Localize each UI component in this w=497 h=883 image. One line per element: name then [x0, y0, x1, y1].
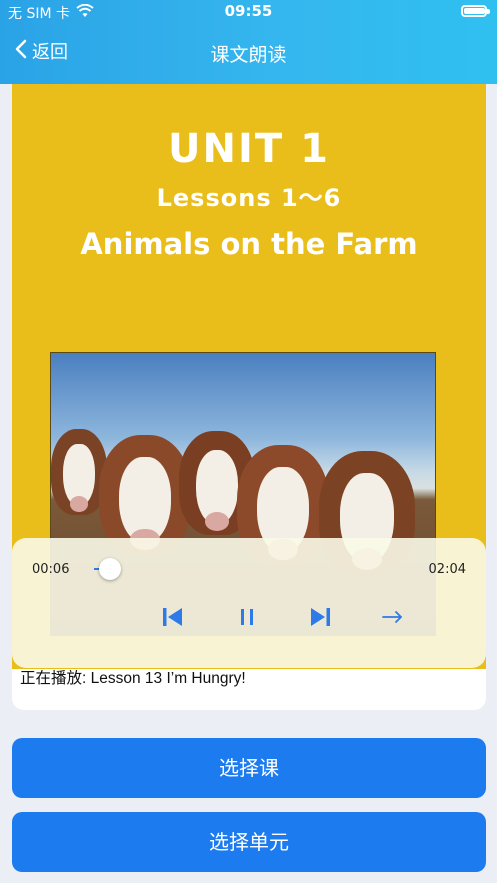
nav-bar: 返回 课文朗读 — [0, 34, 497, 74]
pause-icon — [241, 609, 253, 625]
status-time: 09:55 — [224, 2, 273, 20]
previous-icon — [163, 608, 182, 626]
next-button[interactable] — [305, 602, 335, 632]
progress-thumb[interactable] — [98, 558, 121, 580]
audio-player: 00:06 02:04 — [12, 538, 486, 668]
arrow-right-icon — [382, 611, 403, 623]
pause-button[interactable] — [232, 602, 262, 632]
select-lesson-button[interactable]: 选择课 — [12, 738, 486, 798]
current-time: 00:06 — [32, 562, 70, 577]
now-playing-text: 正在播放: Lesson 13 I’m Hungry! — [20, 670, 246, 687]
unit-topic: Animals on the Farm — [80, 227, 418, 261]
unit-lessons: Lessons 1～6 — [156, 184, 342, 212]
forward-button[interactable] — [378, 602, 408, 632]
page-title: 课文朗读 — [210, 44, 287, 66]
progress-slider[interactable] — [94, 558, 406, 580]
unit-title: UNIT 1 — [168, 126, 330, 172]
battery-icon — [461, 5, 490, 17]
next-icon — [311, 608, 330, 626]
select-unit-button[interactable]: 选择单元 — [12, 812, 486, 872]
cow-figure — [99, 435, 191, 555]
duration: 02:04 — [428, 562, 466, 577]
previous-button[interactable] — [158, 602, 188, 632]
battery-level — [464, 8, 485, 14]
app-header: 无 SIM 卡 09:55 返回 课文朗读 — [0, 0, 497, 84]
status-bar: 无 SIM 卡 09:55 — [0, 0, 497, 24]
